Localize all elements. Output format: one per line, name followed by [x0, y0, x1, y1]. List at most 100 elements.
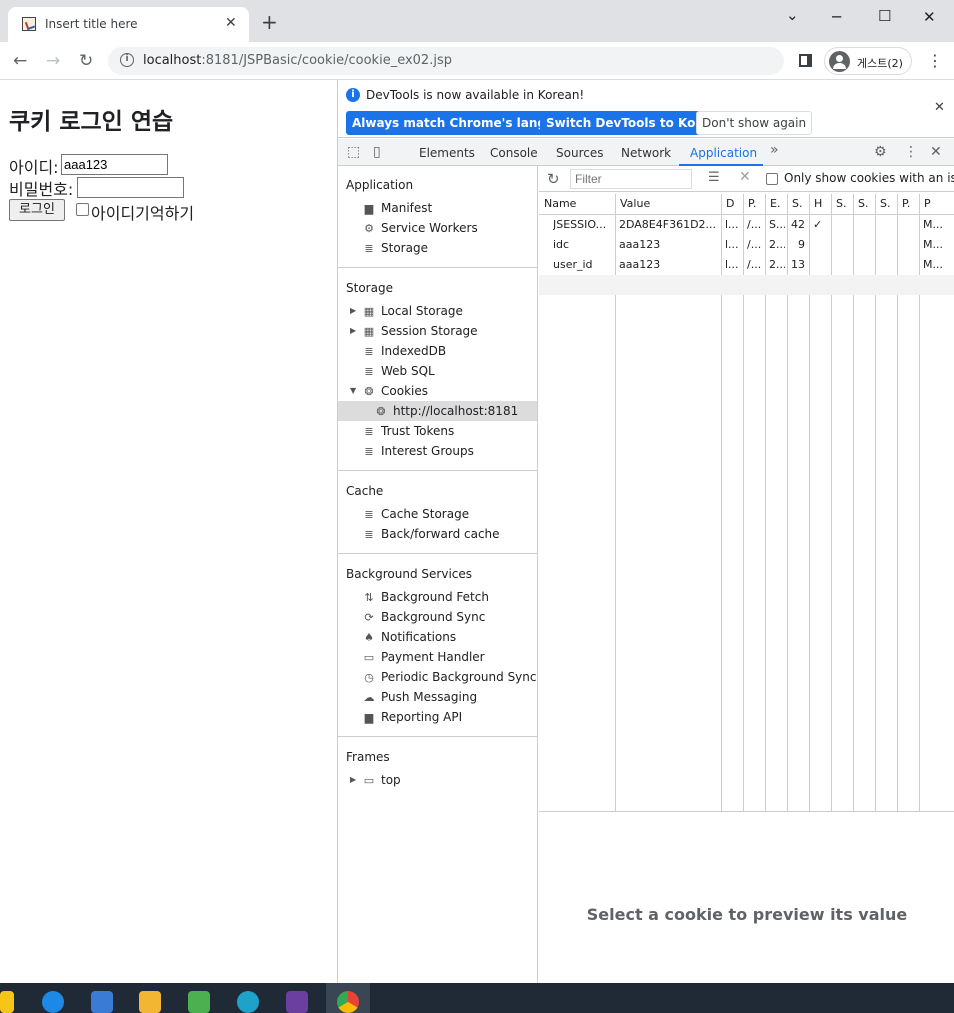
notepad-icon[interactable]: [188, 991, 210, 1013]
tab-application[interactable]: Application: [690, 146, 757, 160]
clear-filtered-icon[interactable]: ☰: [708, 170, 720, 185]
minimize-icon[interactable]: ─: [832, 8, 841, 26]
table-cell[interactable]: user_id: [553, 255, 614, 275]
url-text[interactable]: localhost:8181/JSPBasic/cookie/cookie_ex…: [143, 53, 452, 68]
table-cell[interactable]: [901, 235, 917, 255]
column-header[interactable]: H: [814, 194, 830, 214]
table-cell[interactable]: [879, 235, 895, 255]
table-cell[interactable]: 2...: [769, 255, 785, 275]
maximize-icon[interactable]: ☐: [878, 7, 891, 25]
expand-arrow-icon[interactable]: ▶: [350, 321, 356, 341]
table-cell[interactable]: 9: [791, 235, 805, 255]
sidebar-item-reporting-api[interactable]: ▆ Reporting API: [362, 707, 538, 727]
table-cell[interactable]: [857, 215, 873, 235]
file-explorer-icon[interactable]: [139, 991, 161, 1013]
back-icon[interactable]: ←: [13, 51, 27, 71]
sidebar-item-trust-tokens[interactable]: ≣ Trust Tokens: [362, 421, 538, 441]
more-tabs-icon[interactable]: »: [770, 142, 779, 158]
edge-icon[interactable]: [237, 991, 259, 1013]
column-header[interactable]: S.: [836, 194, 852, 214]
sidebar-item-storage[interactable]: ≣ Storage: [362, 238, 538, 258]
sidebar-item-manifest[interactable]: ▆ Manifest: [362, 198, 538, 218]
reload-icon[interactable]: ↻: [79, 51, 93, 71]
expand-arrow-icon[interactable]: ▶: [350, 301, 356, 321]
column-header[interactable]: Name: [544, 194, 614, 214]
table-cell[interactable]: S...: [769, 215, 785, 235]
sidebar-item-web-sql[interactable]: ≣ Web SQL: [362, 361, 538, 381]
sidebar-item-bfcache[interactable]: ≣ Back/forward cache: [362, 524, 538, 544]
table-cell[interactable]: l...: [725, 215, 741, 235]
table-cell[interactable]: JSESSIO...: [553, 215, 614, 235]
settings-gear-icon[interactable]: ⚙: [874, 144, 887, 160]
login-button[interactable]: 로그인: [9, 199, 65, 221]
address-bar[interactable]: i localhost:8181/JSPBasic/cookie/cookie_…: [108, 47, 784, 75]
forward-icon[interactable]: →: [46, 51, 60, 71]
table-cell[interactable]: [813, 235, 829, 255]
table-cell[interactable]: [835, 215, 851, 235]
dont-show-again-button[interactable]: Don't show again: [696, 111, 813, 135]
eclipse-icon[interactable]: [286, 991, 308, 1013]
sidebar-item-payment-handler[interactable]: ▭ Payment Handler: [362, 647, 538, 667]
table-cell[interactable]: l...: [725, 235, 741, 255]
browser-menu-icon[interactable]: ⋮: [927, 51, 943, 70]
close-devtools-icon[interactable]: ✕: [930, 144, 942, 160]
inspect-element-icon[interactable]: ⬚: [347, 144, 360, 160]
remember-id-checkbox[interactable]: [76, 203, 89, 216]
tab-sources[interactable]: Sources: [556, 146, 603, 160]
table-cell[interactable]: [857, 235, 873, 255]
site-info-icon[interactable]: i: [120, 53, 134, 67]
sidebar-item-session-storage[interactable]: ▶ ▦ Session Storage: [350, 321, 538, 341]
table-cell[interactable]: M...: [923, 255, 953, 275]
issue-filter-checkbox[interactable]: [766, 173, 778, 185]
sidebar-item-frame-top[interactable]: ▶ ▭ top: [350, 770, 538, 790]
sidebar-item-interest-groups[interactable]: ≣ Interest Groups: [362, 441, 538, 461]
network-app-icon[interactable]: [91, 991, 113, 1013]
column-header[interactable]: P.: [902, 194, 918, 214]
table-cell[interactable]: 2DA8E4F361D2...: [619, 215, 719, 235]
column-header[interactable]: S.: [880, 194, 896, 214]
table-cell[interactable]: ✓: [813, 215, 829, 235]
table-cell[interactable]: /...: [747, 235, 763, 255]
profile-button[interactable]: 게스트(2): [824, 47, 912, 75]
close-tab-icon[interactable]: ✕: [225, 15, 237, 31]
window-close-icon[interactable]: ✕: [923, 8, 936, 26]
tab-network[interactable]: Network: [621, 146, 671, 160]
sidebar-item-cache-storage[interactable]: ≣ Cache Storage: [362, 504, 538, 524]
chrome-icon[interactable]: [337, 991, 359, 1013]
table-cell[interactable]: /...: [747, 215, 763, 235]
new-tab-button[interactable]: +: [261, 12, 278, 32]
table-cell[interactable]: [879, 255, 895, 275]
collapse-arrow-icon[interactable]: ▼: [350, 381, 356, 401]
sidebar-item-background-sync[interactable]: ⟳ Background Sync: [362, 607, 538, 627]
column-header[interactable]: S.: [858, 194, 874, 214]
delete-selected-icon[interactable]: ✕: [739, 169, 751, 185]
table-cell[interactable]: [901, 215, 917, 235]
app-icon[interactable]: [42, 991, 64, 1013]
table-cell[interactable]: [813, 255, 829, 275]
table-cell[interactable]: [835, 255, 851, 275]
table-cell[interactable]: [835, 235, 851, 255]
table-cell[interactable]: M...: [923, 235, 953, 255]
column-header[interactable]: Value: [620, 194, 720, 214]
column-header[interactable]: D: [726, 194, 742, 214]
tab-search-icon[interactable]: ⌄: [786, 6, 799, 24]
column-header[interactable]: E.: [770, 194, 786, 214]
expand-arrow-icon[interactable]: ▶: [350, 770, 356, 790]
table-cell[interactable]: [901, 255, 917, 275]
table-cell[interactable]: idc: [553, 235, 614, 255]
side-panel-icon[interactable]: [799, 54, 812, 67]
table-cell[interactable]: aaa123: [619, 255, 719, 275]
id-input[interactable]: [61, 154, 168, 175]
tab-elements[interactable]: Elements: [419, 146, 475, 160]
column-header[interactable]: S.: [792, 194, 808, 214]
sidebar-item-notifications[interactable]: ♠ Notifications: [362, 627, 538, 647]
table-cell[interactable]: M...: [923, 215, 953, 235]
column-header[interactable]: P.: [748, 194, 764, 214]
sidebar-item-cookies[interactable]: ▼ ❂ Cookies: [350, 381, 538, 401]
browser-tab[interactable]: Insert title here ✕: [8, 7, 249, 42]
table-cell[interactable]: aaa123: [619, 235, 719, 255]
sidebar-item-local-storage[interactable]: ▶ ▦ Local Storage: [350, 301, 538, 321]
infobar-close-icon[interactable]: ✕: [934, 100, 945, 115]
password-input[interactable]: [77, 177, 184, 198]
filter-input[interactable]: [570, 169, 692, 189]
